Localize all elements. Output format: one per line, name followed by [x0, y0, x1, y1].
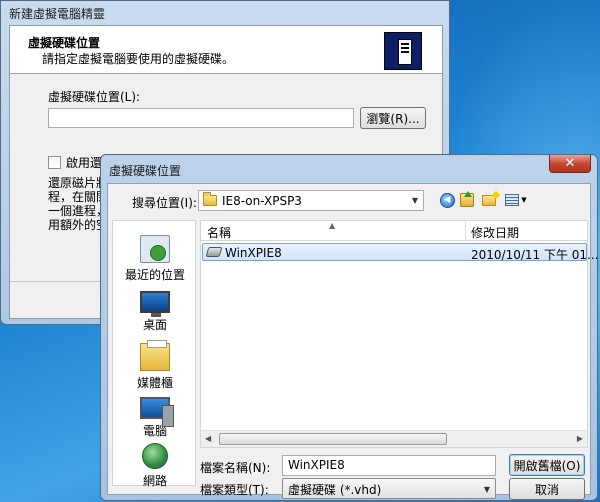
- look-in-label: 搜尋位置(I):: [132, 196, 197, 210]
- column-divider[interactable]: [465, 221, 466, 241]
- libraries-icon: [140, 340, 170, 371]
- place-computer[interactable]: 電腦: [113, 397, 197, 439]
- look-in-value: IE8-on-XPSP3: [222, 193, 302, 208]
- new-folder-icon: [482, 194, 496, 206]
- file-type-label: 檔案類型(T):: [200, 483, 269, 497]
- places-bar: 最近的位置 桌面 媒體櫃 電腦 網路: [112, 220, 197, 489]
- dialog-title: 虛擬硬碟位置: [109, 164, 182, 178]
- scroll-right-icon[interactable]: ▶: [577, 434, 583, 443]
- desktop-icon: [140, 291, 170, 317]
- virtual-pc-logo-icon: [384, 32, 422, 70]
- file-name: WinXPIE8: [225, 246, 282, 260]
- folder-icon: [203, 192, 217, 206]
- computer-icon: [140, 397, 174, 427]
- column-header-modified[interactable]: 修改日期: [471, 224, 519, 241]
- disk-location-label: 虛擬硬碟位置(L):: [48, 90, 141, 104]
- network-icon: [142, 443, 168, 469]
- chevron-down-icon: ▼: [521, 196, 527, 204]
- cancel-button[interactable]: 取消: [509, 478, 585, 500]
- file-type-value: 虛擬硬碟 (*.vhd): [288, 483, 382, 497]
- horizontal-scrollbar[interactable]: ◀ ▶: [201, 430, 587, 447]
- place-label: 最近的位置: [124, 268, 185, 282]
- file-type-dropdown[interactable]: 虛擬硬碟 (*.vhd) ▼: [282, 478, 496, 499]
- place-desktop[interactable]: 桌面: [113, 291, 197, 333]
- file-list-header: ▲ 名稱 修改日期: [201, 221, 587, 241]
- virtual-disk-icon: [205, 247, 223, 257]
- up-folder-icon: [460, 191, 474, 207]
- file-row[interactable]: WinXPIE8 2010/10/11 下午 01...: [202, 243, 599, 262]
- file-name-input[interactable]: WinXPIE8: [282, 455, 496, 476]
- file-name-label: 檔案名稱(N):: [200, 461, 271, 475]
- new-folder-button[interactable]: [480, 190, 498, 210]
- wizard-header-title: 虛擬硬碟位置: [28, 36, 101, 50]
- chevron-down-icon[interactable]: ▼: [407, 191, 423, 210]
- dialog-client-area: 搜尋位置(I): IE8-on-XPSP3 ▼ ◀ ▼ 最近的位置 桌面 媒體櫃…: [107, 183, 599, 500]
- back-button[interactable]: ◀: [438, 190, 456, 210]
- checkbox-box[interactable]: [48, 156, 61, 169]
- wizard-header-subtitle: 請指定虛擬電腦要使用的虛擬硬碟。: [42, 52, 235, 66]
- view-icon: [505, 194, 520, 206]
- scroll-left-icon[interactable]: ◀: [205, 434, 211, 443]
- file-list: ▲ 名稱 修改日期 WinXPIE8 2010/10/11 下午 01... ◀…: [200, 220, 599, 448]
- recent-places-icon: [140, 235, 170, 263]
- place-label: 網路: [142, 474, 167, 488]
- open-button[interactable]: 開啟舊檔(O): [509, 454, 585, 476]
- browse-button[interactable]: 瀏覽(R)...: [360, 107, 426, 129]
- wizard-header: 虛擬硬碟位置 請指定虛擬電腦要使用的虛擬硬碟。: [10, 26, 442, 74]
- column-header-name[interactable]: 名稱: [207, 224, 231, 241]
- place-network[interactable]: 網路: [113, 443, 197, 489]
- virtual-disk-location-dialog: 虛擬硬碟位置 ✕ 搜尋位置(I): IE8-on-XPSP3 ▼ ◀ ▼ 最近的…: [100, 154, 599, 501]
- scroll-thumb[interactable]: [219, 433, 447, 445]
- file-modified-date: 2010/10/11 下午 01...: [471, 248, 599, 262]
- place-libraries[interactable]: 媒體櫃: [113, 340, 197, 391]
- sort-ascending-icon: ▲: [329, 221, 336, 230]
- chevron-down-icon[interactable]: ▼: [479, 480, 495, 499]
- look-in-dropdown[interactable]: IE8-on-XPSP3 ▼: [198, 190, 424, 211]
- view-menu-button[interactable]: ▼: [502, 190, 530, 210]
- place-label: 媒體櫃: [136, 376, 173, 390]
- close-button[interactable]: ✕: [549, 155, 591, 173]
- place-label: 桌面: [142, 318, 167, 332]
- wizard-title: 新建虛擬電腦精靈: [9, 7, 106, 21]
- place-recent[interactable]: 最近的位置: [113, 235, 197, 283]
- up-one-level-button[interactable]: [458, 190, 476, 210]
- back-arrow-icon: ◀: [439, 192, 455, 208]
- disk-location-input[interactable]: [48, 108, 354, 128]
